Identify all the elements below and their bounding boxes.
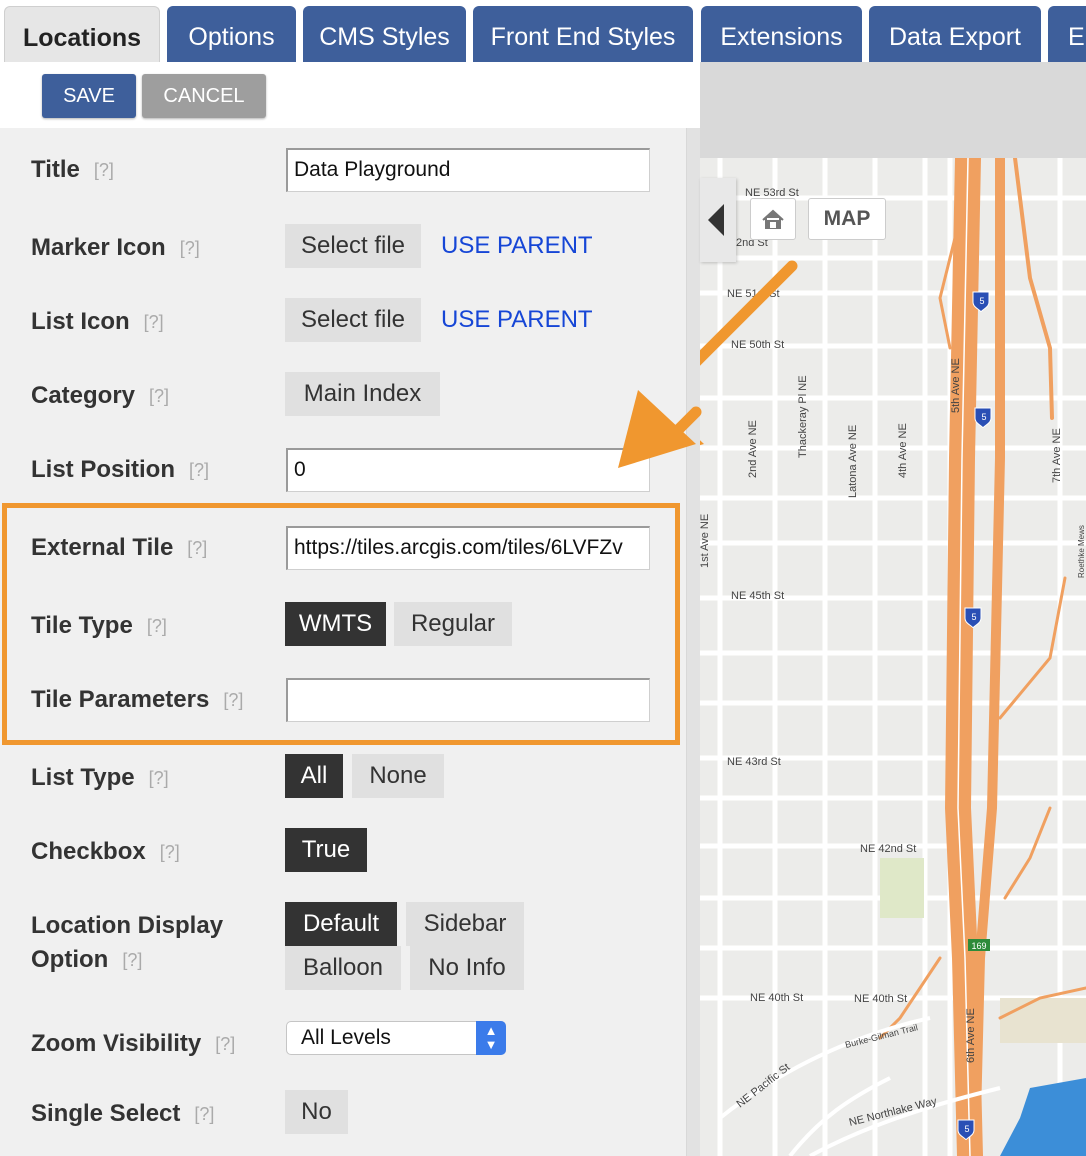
map-toolbar (700, 62, 1086, 158)
checkbox-label: Checkbox [?] (31, 838, 180, 865)
map-button[interactable]: MAP (808, 198, 886, 240)
help-icon[interactable]: [?] (189, 460, 209, 480)
list-position-label: List Position [?] (31, 456, 210, 483)
tab-locations[interactable]: Locations (4, 6, 160, 62)
collapse-panel-button[interactable] (700, 178, 736, 262)
tab-extensions[interactable]: Extensions (701, 6, 862, 62)
annotation-arrow (700, 260, 798, 446)
display-balloon-option[interactable]: Balloon (285, 946, 401, 990)
map-view[interactable]: 5 5 5 5 169 NE 53rd St 2nd St NE 51st St… (700, 158, 1086, 1156)
external-tile-label: External Tile [?] (31, 534, 208, 561)
help-icon[interactable]: [?] (160, 842, 180, 862)
select-arrows-icon: ▲ ▼ (476, 1021, 506, 1055)
marker-icon-select-file-button[interactable]: Select file (285, 224, 421, 268)
tab-data-export[interactable]: Data Export (869, 6, 1041, 62)
tile-parameters-label: Tile Parameters [?] (31, 686, 244, 713)
help-icon[interactable]: [?] (147, 616, 167, 636)
title-input[interactable]: Data Playground (286, 148, 650, 192)
help-icon[interactable]: [?] (180, 238, 200, 258)
tab-front-end-styles[interactable]: Front End Styles (473, 6, 693, 62)
location-display-label-line2: Option [?] (31, 946, 143, 973)
list-type-all-option[interactable]: All (285, 754, 343, 798)
help-icon[interactable]: [?] (149, 768, 169, 788)
category-button[interactable]: Main Index (285, 372, 440, 416)
location-display-label: Location Display (31, 912, 224, 939)
help-icon[interactable]: [?] (122, 950, 142, 970)
display-no-info-option[interactable]: No Info (410, 946, 524, 990)
list-position-input[interactable]: 0 (286, 448, 650, 492)
tab-options[interactable]: Options (167, 6, 296, 62)
help-icon[interactable]: [?] (144, 312, 164, 332)
home-button[interactable] (750, 198, 796, 240)
zoom-visibility-value: All Levels (301, 1026, 391, 1049)
help-icon[interactable]: [?] (223, 690, 243, 710)
tile-type-wmts-option[interactable]: WMTS (285, 602, 386, 646)
external-tile-input[interactable]: https://tiles.arcgis.com/tiles/6LVFZv (286, 526, 650, 570)
list-icon-select-file-button[interactable]: Select file (285, 298, 421, 342)
marker-icon-use-parent-link[interactable]: USE PARENT (441, 232, 593, 260)
list-icon-label: List Icon [?] (31, 308, 164, 335)
cancel-button[interactable]: CANCEL (142, 74, 266, 118)
display-sidebar-option[interactable]: Sidebar (406, 902, 524, 946)
tab-more[interactable]: E (1048, 6, 1086, 62)
help-icon[interactable]: [?] (94, 160, 114, 180)
help-icon[interactable]: [?] (149, 386, 169, 406)
zoom-visibility-label: Zoom Visibility [?] (31, 1030, 236, 1057)
help-icon[interactable]: [?] (215, 1034, 235, 1054)
help-icon[interactable]: [?] (187, 538, 207, 558)
single-select-no-option[interactable]: No (285, 1090, 348, 1134)
list-type-none-option[interactable]: None (352, 754, 444, 798)
list-icon-use-parent-link[interactable]: USE PARENT (441, 306, 593, 334)
checkbox-true-option[interactable]: True (285, 828, 367, 872)
annotation-arrowhead (618, 390, 702, 468)
zoom-visibility-select[interactable]: All Levels ▲ ▼ (286, 1021, 506, 1055)
title-label: Title [?] (31, 156, 114, 183)
action-bar: SAVE CANCEL (0, 62, 700, 128)
display-default-option[interactable]: Default (285, 902, 397, 946)
single-select-label: Single Select [?] (31, 1100, 215, 1127)
tab-bar: Locations Options CMS Styles Front End S… (0, 0, 1086, 62)
form-scrollbar[interactable] (686, 128, 701, 1156)
tile-type-regular-option[interactable]: Regular (394, 602, 512, 646)
save-button[interactable]: SAVE (42, 74, 136, 118)
tab-cms-styles[interactable]: CMS Styles (303, 6, 466, 62)
tile-type-label: Tile Type [?] (31, 612, 167, 639)
list-type-label: List Type [?] (31, 764, 169, 791)
home-icon (762, 209, 784, 229)
help-icon[interactable]: [?] (194, 1104, 214, 1124)
tile-parameters-input[interactable] (286, 678, 650, 722)
category-label: Category [?] (31, 382, 170, 409)
marker-icon-label: Marker Icon [?] (31, 234, 200, 261)
